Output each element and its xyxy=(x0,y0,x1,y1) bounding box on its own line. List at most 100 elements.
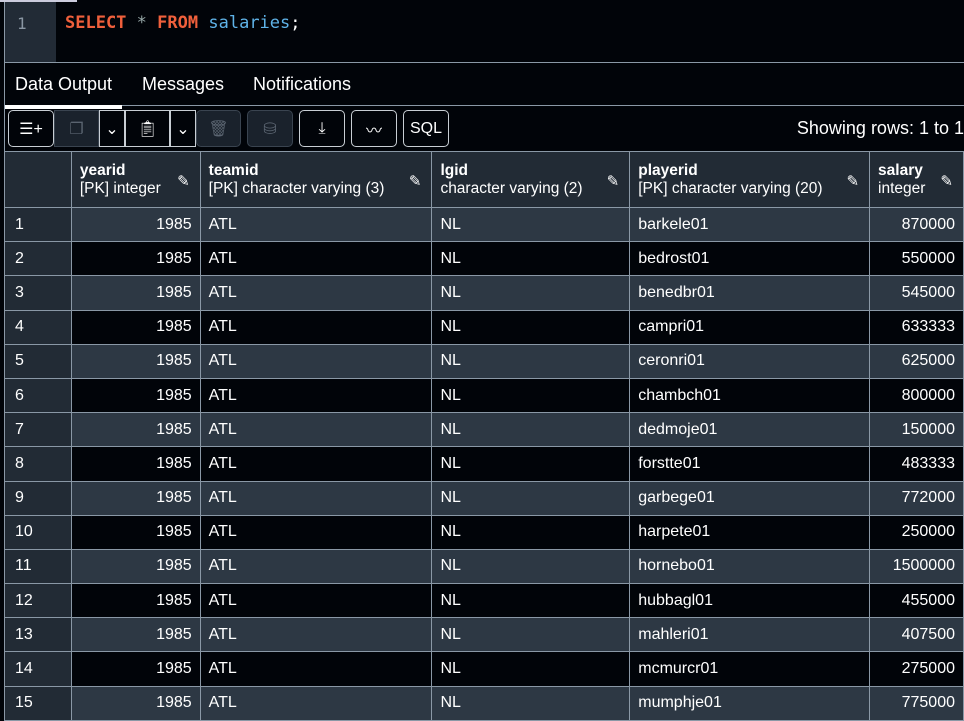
cell-playerid[interactable]: bedrost01 xyxy=(629,241,871,277)
row-number[interactable]: 9 xyxy=(4,480,72,516)
row-number[interactable]: 3 xyxy=(4,275,72,311)
cell-salary[interactable]: 1500000 xyxy=(869,548,964,585)
cell-teamid[interactable]: ATL xyxy=(199,241,433,277)
cell-playerid[interactable]: ceronri01 xyxy=(629,343,871,379)
row-number[interactable]: 4 xyxy=(4,309,72,345)
cell-lgid[interactable]: NL xyxy=(431,377,631,414)
row-number[interactable]: 13 xyxy=(4,617,72,653)
cell-yearid[interactable]: 1985 xyxy=(70,548,201,585)
cell-salary[interactable]: 407500 xyxy=(869,617,964,653)
cell-yearid[interactable]: 1985 xyxy=(70,685,201,721)
sql-editor[interactable]: 1 SELECT * FROM salaries; xyxy=(4,2,964,63)
cell-teamid[interactable]: ATL xyxy=(199,480,433,516)
graph-button[interactable]: 〰 xyxy=(351,110,397,147)
cell-salary[interactable]: 150000 xyxy=(869,412,964,448)
cell-salary[interactable]: 772000 xyxy=(869,480,964,516)
row-number[interactable]: 10 xyxy=(4,514,72,550)
cell-salary[interactable]: 625000 xyxy=(869,343,964,379)
edit-pencil-icon[interactable]: ✎ xyxy=(940,172,953,190)
column-header-salary[interactable]: salary integer ✎ xyxy=(869,151,964,208)
tab-notifications[interactable]: Notifications xyxy=(253,74,351,95)
row-number[interactable]: 5 xyxy=(4,343,72,379)
cell-playerid[interactable]: barkele01 xyxy=(629,206,871,243)
column-header-yearid[interactable]: yearid [PK] integer ✎ xyxy=(70,151,201,208)
copy-button[interactable]: ❐ xyxy=(54,110,99,147)
cell-salary[interactable]: 250000 xyxy=(869,514,964,550)
add-row-button[interactable]: ☰+ xyxy=(8,110,54,147)
column-header-teamid[interactable]: teamid [PK] character varying (3) ✎ xyxy=(199,151,433,208)
cell-playerid[interactable]: hornebo01 xyxy=(629,548,871,585)
cell-yearid[interactable]: 1985 xyxy=(70,480,201,516)
delete-button[interactable]: 🗑︎ xyxy=(196,110,241,147)
cell-yearid[interactable]: 1985 xyxy=(70,275,201,311)
cell-lgid[interactable]: NL xyxy=(431,685,631,721)
cell-salary[interactable]: 545000 xyxy=(869,275,964,311)
row-number[interactable]: 2 xyxy=(4,241,72,277)
save-data-button[interactable]: ⛁ xyxy=(247,110,293,147)
cell-lgid[interactable]: NL xyxy=(431,617,631,653)
cell-playerid[interactable]: mahleri01 xyxy=(629,617,871,653)
cell-teamid[interactable]: ATL xyxy=(199,651,433,687)
column-header-lgid[interactable]: lgid character varying (2) ✎ xyxy=(431,151,631,208)
cell-yearid[interactable]: 1985 xyxy=(70,446,201,482)
cell-playerid[interactable]: hubbagl01 xyxy=(629,583,871,619)
sql-button[interactable]: SQL xyxy=(403,110,449,147)
tab-messages[interactable]: Messages xyxy=(142,74,224,95)
cell-playerid[interactable]: campri01 xyxy=(629,309,871,345)
cell-playerid[interactable]: benedbr01 xyxy=(629,275,871,311)
cell-playerid[interactable]: mumphje01 xyxy=(629,685,871,721)
row-number[interactable]: 15 xyxy=(4,685,72,721)
edit-pencil-icon[interactable]: ✎ xyxy=(177,172,190,190)
copy-dropdown-button[interactable]: ⌄ xyxy=(99,110,125,147)
cell-yearid[interactable]: 1985 xyxy=(70,309,201,345)
row-number[interactable]: 1 xyxy=(4,206,72,243)
cell-teamid[interactable]: ATL xyxy=(199,309,433,345)
cell-lgid[interactable]: NL xyxy=(431,446,631,482)
cell-teamid[interactable]: ATL xyxy=(199,206,433,243)
cell-teamid[interactable]: ATL xyxy=(199,548,433,585)
cell-salary[interactable]: 275000 xyxy=(869,651,964,687)
row-number[interactable]: 6 xyxy=(4,377,72,414)
edit-pencil-icon[interactable]: ✎ xyxy=(846,172,859,190)
cell-lgid[interactable]: NL xyxy=(431,412,631,448)
cell-teamid[interactable]: ATL xyxy=(199,343,433,379)
cell-salary[interactable]: 775000 xyxy=(869,685,964,721)
cell-lgid[interactable]: NL xyxy=(431,548,631,585)
tab-data-output[interactable]: Data Output xyxy=(5,74,123,109)
cell-salary[interactable]: 550000 xyxy=(869,241,964,277)
cell-teamid[interactable]: ATL xyxy=(199,685,433,721)
cell-yearid[interactable]: 1985 xyxy=(70,651,201,687)
cell-salary[interactable]: 870000 xyxy=(869,206,964,243)
cell-teamid[interactable]: ATL xyxy=(199,583,433,619)
cell-playerid[interactable]: garbege01 xyxy=(629,480,871,516)
row-number[interactable]: 12 xyxy=(4,583,72,619)
cell-salary[interactable]: 483333 xyxy=(869,446,964,482)
cell-lgid[interactable]: NL xyxy=(431,343,631,379)
cell-yearid[interactable]: 1985 xyxy=(70,343,201,379)
cell-lgid[interactable]: NL xyxy=(431,583,631,619)
download-button[interactable]: ⤓ xyxy=(299,110,345,147)
cell-teamid[interactable]: ATL xyxy=(199,514,433,550)
edit-pencil-icon[interactable]: ✎ xyxy=(409,172,422,190)
cell-lgid[interactable]: NL xyxy=(431,206,631,243)
cell-lgid[interactable]: NL xyxy=(431,480,631,516)
cell-teamid[interactable]: ATL xyxy=(199,446,433,482)
row-number[interactable]: 8 xyxy=(4,446,72,482)
cell-teamid[interactable]: ATL xyxy=(199,412,433,448)
cell-teamid[interactable]: ATL xyxy=(199,275,433,311)
cell-yearid[interactable]: 1985 xyxy=(70,514,201,550)
cell-playerid[interactable]: chambch01 xyxy=(629,377,871,414)
cell-teamid[interactable]: ATL xyxy=(199,377,433,414)
edit-pencil-icon[interactable]: ✎ xyxy=(607,172,620,190)
row-number-header[interactable] xyxy=(4,151,72,208)
cell-playerid[interactable]: forstte01 xyxy=(629,446,871,482)
cell-yearid[interactable]: 1985 xyxy=(70,206,201,243)
paste-button[interactable]: 📋︎ xyxy=(125,110,170,147)
cell-yearid[interactable]: 1985 xyxy=(70,241,201,277)
row-number[interactable]: 7 xyxy=(4,412,72,448)
cell-lgid[interactable]: NL xyxy=(431,275,631,311)
cell-yearid[interactable]: 1985 xyxy=(70,377,201,414)
cell-lgid[interactable]: NL xyxy=(431,241,631,277)
cell-yearid[interactable]: 1985 xyxy=(70,617,201,653)
cell-yearid[interactable]: 1985 xyxy=(70,583,201,619)
